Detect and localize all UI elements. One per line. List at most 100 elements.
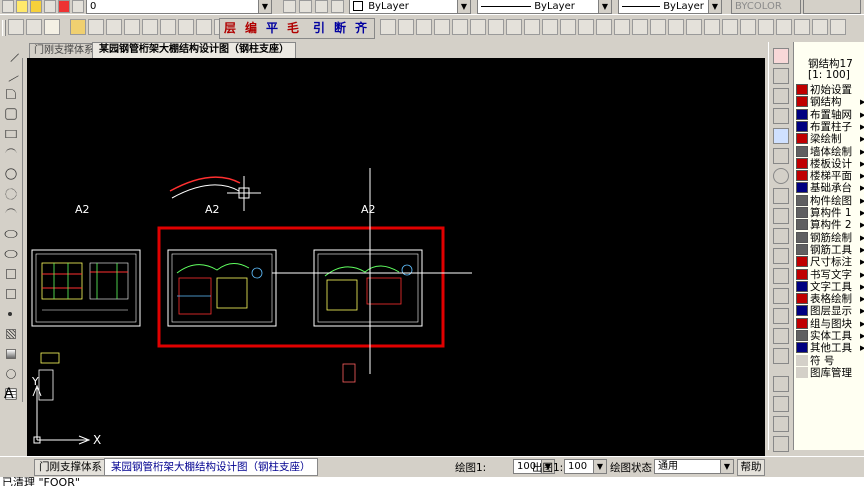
- lineweight-select[interactable]: ByLayer ▼: [618, 0, 722, 14]
- layer-cmd-button[interactable]: 层: [224, 19, 236, 36]
- erase-icon[interactable]: [773, 48, 789, 64]
- screen-menu-item[interactable]: 梁绘制 ▶: [796, 133, 864, 145]
- chamfer-icon[interactable]: [773, 308, 789, 324]
- chevron-down-icon[interactable]: ▼: [720, 460, 733, 473]
- explode-icon[interactable]: [773, 348, 789, 364]
- screen-menu-item[interactable]: 楼梯平面 ▶: [796, 170, 864, 182]
- undo-icon[interactable]: [488, 19, 504, 35]
- screen-menu-item[interactable]: 算构件 2 ▶: [796, 219, 864, 231]
- layer-off-icon[interactable]: [26, 19, 42, 35]
- make-block-icon[interactable]: [6, 289, 16, 299]
- tab-layout-1[interactable]: 门刚支撑体系: [29, 43, 99, 58]
- section-icon[interactable]: [704, 19, 720, 35]
- sun-icon[interactable]: [30, 0, 42, 13]
- arc-icon[interactable]: [5, 148, 17, 159]
- help-button[interactable]: 帮助: [737, 459, 765, 476]
- group-icon[interactable]: [773, 396, 789, 412]
- layer-match-icon[interactable]: [331, 0, 344, 13]
- zoom-extents-icon[interactable]: [416, 19, 432, 35]
- chevron-down-icon[interactable]: ▼: [598, 0, 611, 13]
- move-icon[interactable]: [773, 148, 789, 164]
- tab-layout-2[interactable]: 某园钢管桁架大棚结构设计图（钢柱支座）: [92, 42, 296, 58]
- array-icon[interactable]: [773, 128, 789, 144]
- dim-style-icon[interactable]: [470, 19, 486, 35]
- screen-menu-item[interactable]: 图库管理: [796, 366, 852, 379]
- link-icon[interactable]: [196, 19, 212, 35]
- screen-menu-item[interactable]: 墙体绘制 ▶: [796, 145, 864, 158]
- break-icon[interactable]: [773, 268, 789, 284]
- screen-menu-item[interactable]: 布置柱子 ▶: [796, 120, 864, 133]
- hair-cmd-button[interactable]: 毛: [287, 19, 299, 36]
- chevron-down-icon[interactable]: ▼: [457, 0, 470, 13]
- help-icon[interactable]: [794, 19, 810, 35]
- image-icon[interactable]: [106, 19, 122, 35]
- chart-icon[interactable]: [758, 19, 774, 35]
- ellipse-arc-icon[interactable]: [4, 250, 18, 258]
- circle-icon[interactable]: [5, 168, 17, 180]
- insert-block-icon[interactable]: [6, 269, 16, 279]
- edit-cmd-button[interactable]: 编: [245, 19, 257, 36]
- polygon-icon[interactable]: [5, 108, 17, 120]
- dimension-icon[interactable]: [160, 19, 176, 35]
- command-line[interactable]: 已清理 "FOOR": [0, 477, 864, 486]
- screen-menu-item[interactable]: 书写文字 ▶: [796, 268, 864, 281]
- screen-menu-item[interactable]: 布置轴网 ▶: [796, 108, 864, 121]
- settings-icon[interactable]: [776, 19, 792, 35]
- text-icon[interactable]: [124, 19, 140, 35]
- screen-menu-item[interactable]: 表格绘制 ▶: [796, 293, 864, 305]
- out-scale-select[interactable]: 100 ▼: [564, 459, 607, 474]
- measure-icon[interactable]: [686, 19, 702, 35]
- options-icon[interactable]: [812, 19, 828, 35]
- chevron-down-icon[interactable]: ▼: [593, 460, 606, 473]
- screen-menu-item[interactable]: 初始设置: [796, 84, 852, 96]
- color-select[interactable]: ByLayer ▼: [349, 0, 471, 14]
- layer-states-icon[interactable]: [299, 0, 312, 13]
- layer-prev-icon[interactable]: [283, 0, 296, 13]
- mtext-icon[interactable]: A: [4, 386, 14, 402]
- attrib-icon[interactable]: [773, 436, 789, 452]
- screen-menu-item[interactable]: 尺寸标注 ▶: [796, 256, 864, 268]
- cursor-icon[interactable]: [596, 19, 612, 35]
- hatch-icon[interactable]: [6, 329, 16, 339]
- offset-icon[interactable]: [773, 108, 789, 124]
- extend-icon[interactable]: [773, 248, 789, 264]
- lightbulb-icon[interactable]: [16, 0, 28, 13]
- layer-iso-icon[interactable]: [315, 0, 328, 13]
- layout-tab-2[interactable]: 某园钢管桁架大棚结构设计图（钢柱支座）: [104, 458, 318, 476]
- snap-icon[interactable]: [578, 19, 594, 35]
- point-icon[interactable]: [8, 312, 12, 316]
- pencil-icon[interactable]: [88, 19, 104, 35]
- screen-menu-item[interactable]: 组与图块 ▶: [796, 317, 864, 330]
- magnify-icon[interactable]: [632, 19, 648, 35]
- screen-menu-item[interactable]: 钢筋绘制 ▶: [796, 231, 864, 244]
- extra-icon[interactable]: [830, 19, 846, 35]
- ellipse-icon[interactable]: [4, 230, 18, 238]
- stretch-icon[interactable]: [773, 208, 789, 224]
- model-canvas[interactable]: A2 A2 A2 Y X: [27, 58, 765, 456]
- rectangle-icon[interactable]: [5, 130, 17, 138]
- layer-tool-icon[interactable]: [773, 376, 789, 392]
- layer-freeze-icon[interactable]: [44, 19, 60, 35]
- redo-icon[interactable]: [506, 19, 522, 35]
- screen-menu-item[interactable]: 基础承台 ▶: [796, 182, 864, 194]
- lock-icon[interactable]: [44, 0, 56, 13]
- break-cmd-button[interactable]: 断: [334, 19, 346, 36]
- spline-icon[interactable]: [5, 208, 17, 219]
- screen-menu-item[interactable]: 钢结构 ▶: [796, 96, 864, 108]
- line-icon[interactable]: [3, 46, 19, 62]
- layer-swatch-icon[interactable]: [72, 0, 84, 13]
- screen-menu-item[interactable]: 钢筋工具 ▶: [796, 243, 864, 256]
- chevron-down-icon[interactable]: ▼: [708, 0, 721, 13]
- screen-menu-item[interactable]: 其他工具 ▶: [796, 342, 864, 354]
- arc-icon[interactable]: [560, 19, 576, 35]
- revision-cloud-icon[interactable]: [5, 188, 17, 200]
- match-props-icon[interactable]: [452, 19, 468, 35]
- zoom-icon[interactable]: [380, 19, 396, 35]
- plan-cmd-button[interactable]: 平: [266, 19, 278, 36]
- text-style-icon[interactable]: [614, 19, 630, 35]
- table-icon[interactable]: [722, 19, 738, 35]
- polyline-icon[interactable]: [6, 89, 16, 99]
- grid-icon[interactable]: [740, 19, 756, 35]
- calc-icon[interactable]: [142, 19, 158, 35]
- rotate-icon[interactable]: [773, 168, 789, 184]
